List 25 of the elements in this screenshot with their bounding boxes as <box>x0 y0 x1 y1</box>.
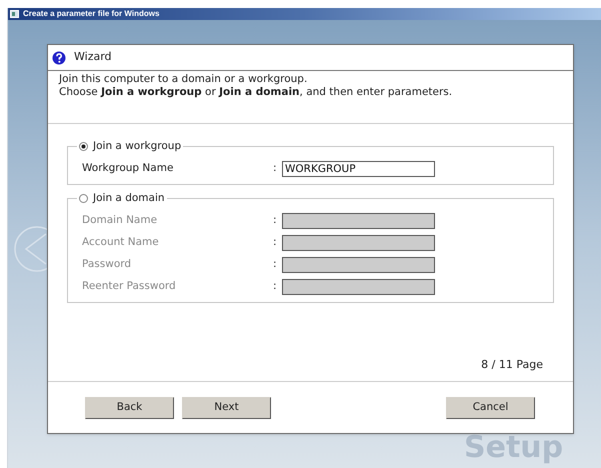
colon-separator: : <box>273 235 278 250</box>
input-field[interactable]: WORKGROUP <box>282 161 435 177</box>
wizard-button[interactable]: Next <box>182 396 271 418</box>
help-icon <box>52 50 66 64</box>
radio-label[interactable]: Join a domain <box>93 191 165 205</box>
window-icon <box>10 10 19 18</box>
field-label: Account Name <box>82 235 160 250</box>
wizard-button[interactable]: Cancel <box>446 396 535 418</box>
description-text: Choose Join a workgroup or Join a domain, and then enter parameters. <box>59 86 454 99</box>
colon-separator: : <box>273 161 278 176</box>
dialog-title: Wizard <box>74 49 112 66</box>
field-label: Workgroup Name <box>82 161 174 176</box>
wizard-button[interactable]: Back <box>85 396 174 418</box>
field-label: Reenter Password <box>82 279 177 294</box>
radio-label[interactable]: Join a workgroup <box>93 139 182 153</box>
window-title: Create a parameter file for Windows <box>23 10 160 18</box>
colon-separator: : <box>273 257 278 272</box>
colon-separator: : <box>273 213 278 228</box>
page-indicator: 8 / 11 Page <box>481 356 543 372</box>
radio-button[interactable] <box>79 142 88 150</box>
field-label: Password <box>82 257 132 272</box>
radio-button[interactable] <box>79 194 88 202</box>
field-label: Domain Name <box>82 213 158 228</box>
colon-separator: : <box>273 279 278 294</box>
description-text: Join this computer to a domain or a workgroup. <box>59 73 308 86</box>
